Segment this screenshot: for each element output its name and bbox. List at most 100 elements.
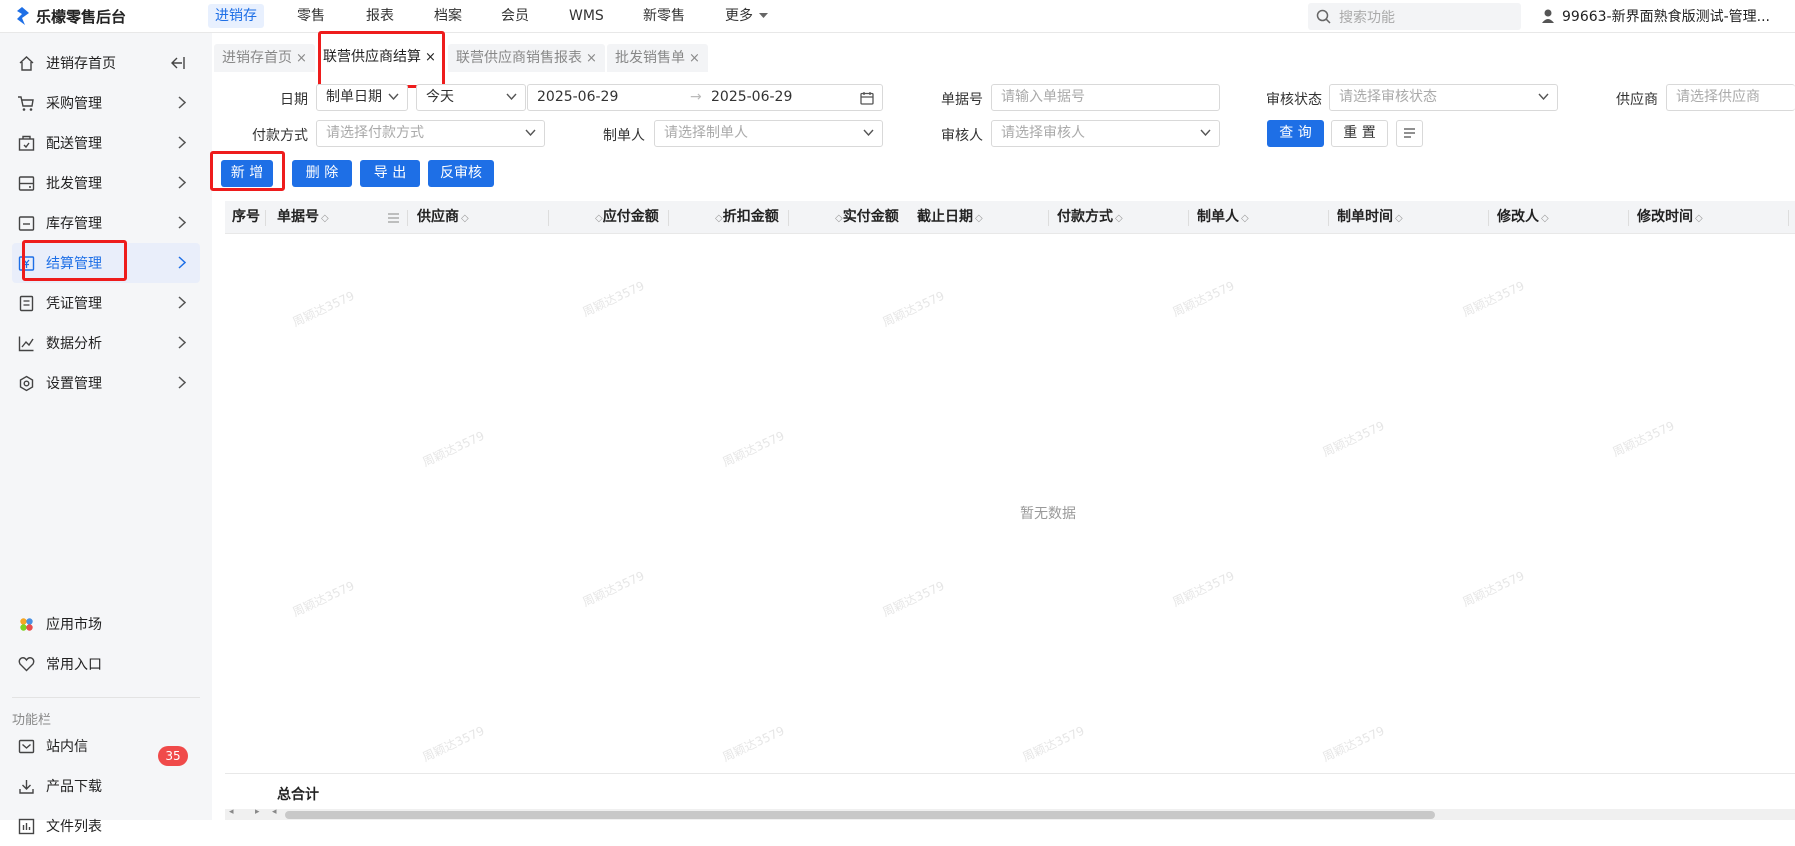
doc-no-placeholder: 请输入单据号 [1001, 89, 1085, 105]
audit-status-select[interactable]: 请选择审核状态 [1329, 84, 1558, 111]
date-end[interactable]: 2025-06-29 [711, 85, 792, 110]
chart-icon [16, 333, 36, 353]
watermark: 周颖达3579 [1020, 723, 1087, 765]
app-title: 乐檬零售后台 [36, 7, 127, 26]
sidebar-item-purchase[interactable]: 采购管理 [12, 83, 200, 123]
payment-select[interactable]: 请选择付款方式 [316, 120, 545, 147]
close-icon[interactable]: × [296, 51, 307, 66]
column-separator [1048, 210, 1049, 226]
column-header-due-date[interactable]: 截止日期 ◇ [917, 201, 983, 234]
column-header-seq: 序号 [232, 201, 260, 234]
column-header-supplier[interactable]: 供应商 ◇ [417, 201, 469, 234]
sort-icon[interactable]: ◇ [715, 213, 723, 224]
add-button[interactable]: 新 增 [221, 160, 273, 187]
column-header-paid[interactable]: ◇实付金额 [833, 201, 899, 234]
date-range-select[interactable]: 今天 [416, 84, 526, 111]
scroll-left-icon[interactable]: ◂ [272, 807, 277, 817]
topnav-retail[interactable]: 零售 [290, 4, 332, 28]
collapse-sidebar-icon[interactable] [170, 56, 186, 70]
sort-icon[interactable]: ◇ [1695, 213, 1703, 224]
reset-button[interactable]: 重 置 [1331, 120, 1388, 147]
sidebar-item-label: 采购管理 [46, 96, 102, 112]
sidebar-item-favorites[interactable]: 常用入口 [12, 644, 200, 684]
scrollbar-thumb[interactable] [285, 811, 1435, 819]
sort-icon[interactable]: ◇ [1115, 213, 1123, 224]
chevron-right-icon [178, 256, 186, 269]
calendar-icon[interactable] [860, 91, 874, 105]
heart-icon [16, 654, 36, 674]
sidebar-item-wholesale[interactable]: 批发管理 [12, 163, 200, 203]
topnav-archive[interactable]: 档案 [427, 4, 469, 28]
sidebar-item-inventory[interactable]: 库存管理 [12, 203, 200, 243]
close-icon[interactable]: × [689, 51, 700, 66]
date-range-value: 今天 [426, 89, 454, 105]
sort-icon[interactable]: ◇ [1541, 213, 1549, 224]
tab-wholesale-order[interactable]: 批发销售单 × [607, 44, 708, 72]
sidebar-item-analysis[interactable]: 数据分析 [12, 323, 200, 363]
sidebar-item-download[interactable]: 产品下载 [12, 766, 200, 806]
search-input[interactable]: 搜索功能 [1308, 3, 1521, 30]
chevron-right-icon [178, 376, 186, 389]
doc-no-input[interactable]: 请输入单据号 [991, 84, 1220, 111]
sort-icon[interactable]: ◇ [461, 213, 469, 224]
date-start[interactable]: 2025-06-29 [537, 89, 618, 105]
sort-icon[interactable]: ◇ [1241, 213, 1249, 224]
watermark: 周颖达3579 [880, 288, 947, 330]
topnav-jinxiaocun[interactable]: 进销存 [208, 4, 264, 28]
column-header-modifier[interactable]: 修改人 ◇ [1497, 201, 1549, 234]
sort-icon[interactable]: ◇ [1395, 213, 1403, 224]
auditor-placeholder: 请选择审核人 [1001, 125, 1085, 141]
sidebar-item-settings[interactable]: 设置管理 [12, 363, 200, 403]
sidebar-item-settlement[interactable]: 结算管理 [12, 243, 200, 283]
sort-icon[interactable]: ◇ [835, 213, 843, 224]
scroll-right-icon[interactable]: ▸ [255, 807, 260, 817]
tab-home[interactable]: 进销存首页 × [214, 44, 315, 72]
column-header-discount[interactable]: ◇折扣金额 [713, 201, 779, 234]
scroll-left-icon[interactable]: ◂ [229, 807, 234, 817]
tab-settlement[interactable]: 联营供应商结算 × [315, 40, 444, 74]
column-header-create-time[interactable]: 制单时间 ◇ [1337, 201, 1403, 234]
empty-state-text: 暂无数据 [1020, 506, 1076, 522]
watermark: 周颖达3579 [1460, 278, 1527, 320]
topnav-wms[interactable]: WMS [562, 4, 611, 28]
sort-icon[interactable]: ◇ [321, 213, 329, 224]
column-header-label: 修改时间 [1637, 209, 1693, 225]
topnav-new-retail[interactable]: 新零售 [636, 4, 692, 28]
sidebar-item-app-market[interactable]: 应用市场 [12, 604, 200, 644]
auditor-select[interactable]: 请选择审核人 [991, 120, 1220, 147]
close-icon[interactable]: × [586, 51, 597, 66]
horizontal-scrollbar[interactable]: ◂ ▸ ◂ [225, 807, 1795, 820]
app-logo[interactable]: 乐檬零售后台 [14, 6, 126, 26]
date-range-picker[interactable]: 2025-06-29 → 2025-06-29 [527, 84, 883, 111]
topnav-member[interactable]: 会员 [494, 4, 536, 28]
maker-select[interactable]: 请选择制单人 [654, 120, 883, 147]
topnav-more[interactable]: 更多 [718, 4, 775, 28]
query-button[interactable]: 查 询 [1267, 120, 1324, 147]
column-header-payment[interactable]: 付款方式 ◇ [1057, 201, 1123, 234]
column-settings-button[interactable] [1396, 120, 1423, 147]
sidebar-item-home[interactable]: 进销存首页 [12, 43, 200, 83]
export-button[interactable]: 导 出 [360, 160, 420, 187]
sort-icon[interactable]: ◇ [595, 213, 603, 224]
user-icon [1542, 9, 1554, 23]
watermark: 周颖达3579 [420, 723, 487, 765]
column-header-modify-time[interactable]: 修改时间 ◇ [1637, 201, 1703, 234]
sidebar-item-voucher[interactable]: 凭证管理 [12, 283, 200, 323]
column-header-maker[interactable]: 制单人 ◇ [1197, 201, 1249, 234]
tab-sales-report[interactable]: 联营供应商销售报表 × [448, 44, 605, 72]
close-icon[interactable]: × [425, 50, 436, 65]
topnav-reports[interactable]: 报表 [359, 4, 401, 28]
delete-button[interactable]: 删 除 [292, 160, 352, 187]
store-selector[interactable]: 99663-新界面熟食版测试-管理... [1540, 5, 1770, 27]
column-header-payable[interactable]: ◇应付金额 [593, 201, 659, 234]
tab-label: 进销存首页 [222, 50, 292, 66]
supplier-select[interactable]: 请选择供应商 [1666, 84, 1795, 111]
sidebar-item-delivery[interactable]: 配送管理 [12, 123, 200, 163]
column-header-doc-no[interactable]: 单据号 ◇ [277, 201, 329, 234]
sidebar-item-label: 常用入口 [46, 657, 102, 673]
sidebar-item-file-list[interactable]: 文件列表 [12, 806, 200, 846]
sort-icon[interactable]: ◇ [975, 213, 983, 224]
date-type-select[interactable]: 制单日期 [316, 84, 408, 111]
unaudit-button[interactable]: 反审核 [428, 160, 494, 187]
column-menu-icon[interactable] [388, 213, 399, 223]
